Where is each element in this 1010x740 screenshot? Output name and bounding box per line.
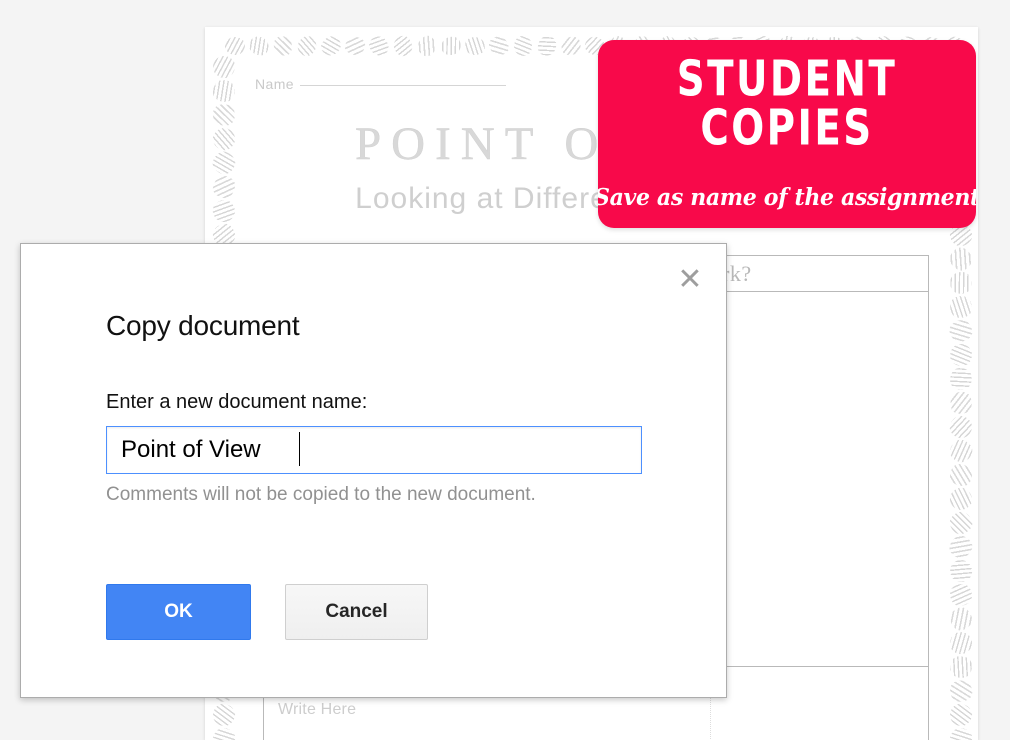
text-caret xyxy=(299,432,300,466)
scribble-shape xyxy=(948,652,974,682)
scribble-shape xyxy=(948,413,974,441)
scribble-shape xyxy=(949,583,973,607)
student-copies-banner: STUDENT COPIES Save as name of the assig… xyxy=(598,40,976,228)
scribble-shape xyxy=(948,435,974,467)
scribble-shape xyxy=(949,463,973,487)
scribble-shape xyxy=(225,37,245,55)
scribble-shape xyxy=(392,34,414,58)
copy-document-dialog: ✕ Copy document Enter a new document nam… xyxy=(20,243,727,698)
scribble-shape xyxy=(213,56,235,78)
scribble-shape xyxy=(414,33,440,59)
scribble-shape xyxy=(948,483,974,515)
ok-button[interactable]: OK xyxy=(106,584,251,640)
scribble-shape xyxy=(948,676,974,706)
scribble-shape xyxy=(948,702,974,728)
scribble-shape xyxy=(534,33,560,59)
scribble-shape xyxy=(365,33,393,59)
name-write-line xyxy=(299,85,506,86)
scribble-shape xyxy=(317,33,345,59)
scribble-shape xyxy=(271,33,295,59)
dialog-title: Copy document xyxy=(106,310,300,341)
scribble-shape xyxy=(948,555,974,587)
scribble-shape xyxy=(211,75,237,107)
scribble-shape xyxy=(948,315,974,347)
scribble-shape xyxy=(463,35,487,57)
document-name-input[interactable] xyxy=(106,426,642,474)
scribble-shape xyxy=(948,509,974,537)
close-icon[interactable]: ✕ xyxy=(674,264,706,296)
scribble-shape xyxy=(295,33,319,59)
name-field-row: Name xyxy=(255,76,506,92)
document-name-label: Enter a new document name: xyxy=(106,391,368,413)
scribble-shape xyxy=(513,35,533,57)
name-label: Name xyxy=(255,76,294,92)
screen: Name POINT OF VIEW Looking at Different … xyxy=(0,0,1010,740)
scribble-shape xyxy=(438,33,464,59)
scribble-shape xyxy=(245,33,273,59)
scribble-shape xyxy=(948,363,974,395)
scribble-shape xyxy=(948,294,974,320)
scribble-shape xyxy=(948,388,974,418)
scribble-shape xyxy=(948,629,974,657)
dialog-button-row: OK Cancel xyxy=(106,584,428,640)
scribble-shape xyxy=(948,244,974,274)
scribble-shape xyxy=(948,532,974,562)
scribble-shape xyxy=(948,268,974,298)
banner-title: STUDENT COPIES xyxy=(676,51,898,156)
scribble-shape xyxy=(948,342,974,368)
scribble-shape xyxy=(485,33,513,59)
comments-hint-text: Comments will not be copied to the new d… xyxy=(106,484,536,505)
banner-subtitle: Save as name of the assignment xyxy=(598,183,976,211)
scribble-shape xyxy=(558,33,584,59)
scribble-shape xyxy=(344,36,366,56)
cancel-button[interactable]: Cancel xyxy=(285,584,428,640)
pov-write-here: Write Here xyxy=(278,701,357,718)
scribble-shape xyxy=(211,702,237,728)
scribble-shape xyxy=(948,603,974,635)
